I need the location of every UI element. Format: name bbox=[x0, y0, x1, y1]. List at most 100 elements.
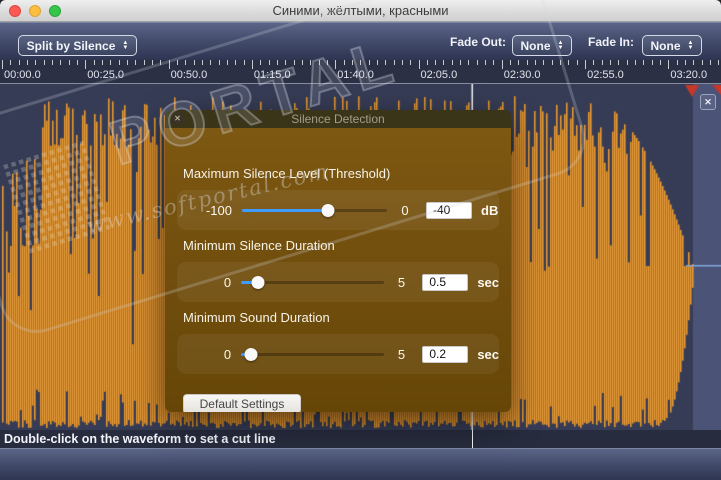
ruler-tick bbox=[68, 60, 70, 65]
ruler-tick bbox=[426, 60, 428, 65]
ruler-tick bbox=[343, 60, 345, 65]
ruler-tick bbox=[310, 60, 312, 65]
fade-in-value: None bbox=[650, 38, 681, 53]
ruler-tick bbox=[268, 60, 270, 65]
ruler-tick bbox=[51, 60, 53, 65]
status-message: Double-click on the waveform to set a cu… bbox=[4, 432, 276, 446]
min-sound-track[interactable] bbox=[241, 352, 384, 356]
min-silence-slider[interactable] bbox=[241, 275, 384, 289]
ruler-tick bbox=[135, 60, 137, 65]
fade-out-dropdown[interactable]: None ▲ ▼ bbox=[512, 35, 572, 56]
stepper-icon: ▲ ▼ bbox=[557, 39, 564, 51]
ruler-tick bbox=[10, 60, 12, 65]
ruler-tick bbox=[26, 60, 28, 65]
ruler-label: 00:25.0 bbox=[87, 69, 124, 81]
default-settings-button[interactable]: Default Settings bbox=[183, 394, 301, 412]
ruler-label: 01:15.0 bbox=[253, 69, 291, 81]
ruler-tick bbox=[585, 60, 587, 69]
ruler-label: 02:30.0 bbox=[503, 69, 541, 81]
ruler-tick bbox=[210, 60, 212, 65]
title-bar: Синими, жёлтыми, красными bbox=[0, 0, 721, 22]
ruler-tick bbox=[635, 60, 637, 65]
ruler-tick bbox=[660, 60, 662, 65]
ruler-tick bbox=[460, 60, 462, 65]
dialog-title: Silence Detection bbox=[291, 112, 385, 126]
status-bar: Double-click on the waveform to set a cu… bbox=[0, 430, 721, 448]
segment-close-icon[interactable]: ✕ bbox=[700, 94, 716, 110]
ruler-tick bbox=[385, 60, 387, 65]
cut-line[interactable] bbox=[471, 430, 473, 448]
min-silence-group: 0 5 sec bbox=[177, 262, 499, 302]
threshold-label: Maximum Silence Level (Threshold) bbox=[183, 166, 391, 181]
window-title: Синими, жёлтыми, красными bbox=[272, 3, 449, 18]
min-silence-input[interactable] bbox=[422, 273, 469, 291]
silence-detection-dialog: ✕ Silence Detection Maximum Silence Leve… bbox=[165, 110, 511, 412]
ruler-label: 00:50.0 bbox=[170, 69, 208, 81]
ruler-tick bbox=[35, 60, 37, 65]
ruler-tick bbox=[143, 60, 145, 65]
min-sound-input[interactable] bbox=[422, 345, 469, 363]
ruler-tick bbox=[568, 60, 570, 65]
ruler-label: 02:55.0 bbox=[587, 69, 624, 81]
ruler-tick bbox=[260, 60, 262, 65]
ruler-tick bbox=[368, 60, 370, 65]
threshold-slider[interactable] bbox=[242, 203, 387, 217]
ruler-tick bbox=[693, 60, 695, 65]
ruler-tick bbox=[76, 60, 78, 65]
ruler-tick bbox=[701, 60, 703, 65]
min-sound-unit: sec bbox=[477, 346, 500, 362]
ruler-tick bbox=[218, 60, 220, 65]
threshold-min: -100 bbox=[205, 202, 232, 218]
min-silence-min: 0 bbox=[223, 274, 232, 290]
ruler-tick bbox=[418, 60, 420, 69]
bottom-toolbar: + − ▶ Remove Split bbox=[0, 448, 721, 480]
ruler-tick bbox=[43, 60, 45, 65]
dialog-header: ✕ Silence Detection bbox=[165, 110, 511, 128]
fade-in-dropdown[interactable]: None ▲ ▼ bbox=[642, 35, 702, 56]
threshold-max: 0 bbox=[401, 202, 409, 218]
ruler-tick bbox=[443, 60, 445, 65]
threshold-handle[interactable] bbox=[321, 203, 335, 217]
ruler-tick bbox=[468, 60, 470, 65]
ruler-tick bbox=[401, 60, 403, 65]
app-window: Синими, жёлтыми, красными Split by Silen… bbox=[0, 0, 721, 480]
min-sound-handle[interactable] bbox=[244, 347, 258, 361]
ruler-tick bbox=[293, 60, 295, 65]
threshold-fill bbox=[242, 208, 328, 212]
min-silence-handle[interactable] bbox=[251, 275, 265, 289]
ruler-label: 00:00.0 bbox=[4, 69, 41, 81]
ruler-tick bbox=[551, 60, 553, 65]
min-silence-max: 5 bbox=[397, 274, 406, 290]
ruler-tick bbox=[168, 60, 170, 69]
ruler-tick bbox=[160, 60, 162, 65]
ruler-label: 03:20.0 bbox=[670, 69, 708, 81]
ruler-tick bbox=[676, 60, 678, 65]
ruler-tick bbox=[243, 60, 245, 65]
ruler-label: 02:05.0 bbox=[420, 69, 458, 81]
timeline-ruler[interactable]: 00:00.0 00:25.0 00:50.0 01:15.0 01:40.0 02:05… bbox=[0, 60, 721, 84]
stepper-icon: ▲ ▼ bbox=[122, 39, 129, 51]
dialog-body: Maximum Silence Level (Threshold) -100 0… bbox=[165, 128, 511, 412]
ruler-tick bbox=[193, 60, 195, 65]
threshold-input[interactable] bbox=[426, 201, 472, 219]
ruler-label: 01:40.0 bbox=[337, 69, 374, 81]
ruler-tick bbox=[493, 60, 495, 65]
split-by-silence-dropdown[interactable]: Split by Silence ▲ ▼ bbox=[18, 35, 137, 56]
dialog-close-icon[interactable]: ✕ bbox=[171, 112, 184, 125]
ruler-tick bbox=[335, 60, 337, 69]
ruler-tick bbox=[626, 60, 628, 65]
ruler-tick bbox=[176, 60, 178, 65]
ruler-tick bbox=[126, 60, 128, 65]
ruler-tick bbox=[201, 60, 203, 65]
ruler-tick bbox=[710, 60, 712, 65]
min-sound-slider[interactable] bbox=[241, 347, 384, 361]
ruler-tick bbox=[276, 60, 278, 65]
ruler-tick bbox=[301, 60, 303, 65]
ruler-tick bbox=[618, 60, 620, 65]
ruler-tick bbox=[376, 60, 378, 65]
ruler-tick bbox=[526, 60, 528, 65]
ruler-tick bbox=[535, 60, 537, 65]
stepper-icon: ▲ ▼ bbox=[687, 39, 694, 51]
ruler-tick bbox=[543, 60, 545, 65]
fade-in-label: Fade In: bbox=[588, 35, 635, 49]
